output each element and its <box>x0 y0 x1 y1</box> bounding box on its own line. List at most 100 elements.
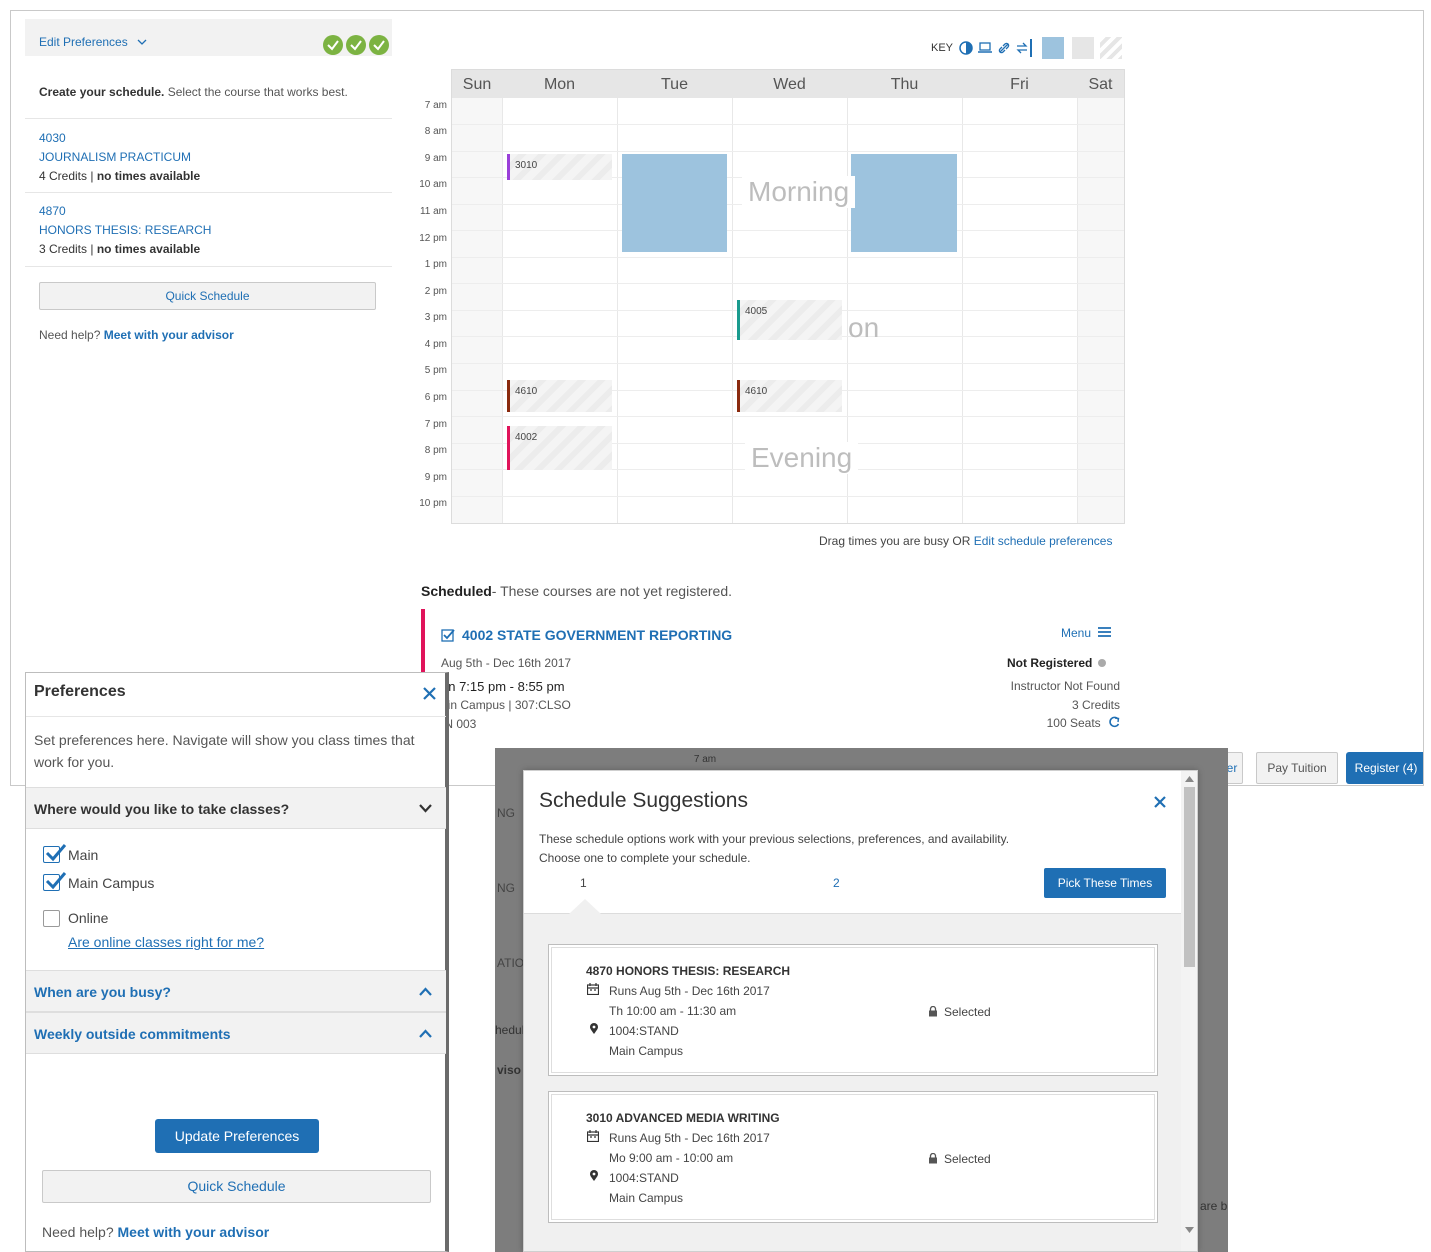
weekly-calendar[interactable]: Sun Mon Tue Wed Thu Fri Sat Morning on E… <box>451 69 1125 524</box>
grid-line <box>452 283 1124 284</box>
time-label: 2 pm <box>424 286 447 297</box>
weekly-heading: Weekly outside commitments <box>34 1026 231 1042</box>
instructor: Instructor Not Found <box>1010 679 1120 693</box>
suggestion-title: 3010 ADVANCED MEDIA WRITING <box>586 1111 780 1125</box>
day-mon: Mon <box>543 76 576 93</box>
course-item[interactable]: 4870 HONORS THESIS: RESEARCH 3 Credits |… <box>39 202 211 259</box>
drag-text: Drag times you are busy OR <box>819 534 971 548</box>
help-text: Need help? Meet with your advisor <box>39 328 234 342</box>
close-icon[interactable] <box>423 687 436 700</box>
scrollbar[interactable] <box>1181 771 1197 1251</box>
course-time: on 7:15 pm - 8:55 pm <box>441 679 565 694</box>
course-times: no times available <box>96 169 201 183</box>
divider <box>25 192 392 193</box>
grid-line <box>452 151 1124 152</box>
pay-tuition-button[interactable]: Pay Tuition <box>1256 752 1338 784</box>
preferences-panel: Preferences Set preferences here. Naviga… <box>25 672 449 1252</box>
suggestion-campus: Main Campus <box>609 1044 684 1058</box>
modal-description: These schedule options work with your pr… <box>539 832 1010 846</box>
edit-preferences-dropdown[interactable]: Edit Preferences <box>39 35 147 49</box>
period-label-morning: Morning <box>742 176 856 208</box>
divider <box>26 716 446 717</box>
help-prefix: Need help? <box>42 1224 114 1240</box>
time-label: 9 pm <box>424 472 447 483</box>
course-title: HONORS THESIS: RESEARCH <box>39 223 212 237</box>
suggestion-runs: Runs Aug 5th - Dec 16th 2017 <box>609 984 770 998</box>
course-block[interactable]: 4610 <box>507 380 612 412</box>
course-number[interactable]: 4030 <box>39 129 200 148</box>
link-icon[interactable] <box>997 41 1011 55</box>
pick-these-times-button[interactable]: Pick These Times <box>1044 868 1166 898</box>
where-section-header[interactable]: Where would you like to take classes? <box>26 787 446 829</box>
laptop-icon[interactable] <box>978 42 992 54</box>
scroll-up-icon[interactable] <box>1185 776 1194 782</box>
scrollbar-thumb[interactable] <box>1184 787 1195 967</box>
course-credits: 3 Credits | <box>39 242 94 256</box>
tab-option-1[interactable]: 1 <box>580 876 587 890</box>
scheduled-heading-bold: Scheduled <box>421 583 492 599</box>
suggestion-status: Selected <box>944 1005 991 1019</box>
grid-line <box>452 416 1124 417</box>
course-block[interactable]: 4005 <box>737 300 842 340</box>
register-button[interactable]: Register (4) <box>1346 752 1423 784</box>
busy-section-header[interactable]: When are you busy? <box>26 970 446 1012</box>
main-window: Edit Preferences Create your schedule. S… <box>10 10 1424 786</box>
course-number[interactable]: 4870 <box>39 202 211 221</box>
checkbox-checked-icon[interactable] <box>441 628 455 642</box>
time-label: 3 pm <box>424 312 447 323</box>
main-checkbox[interactable] <box>43 844 67 863</box>
online-classes-link[interactable]: Are online classes right for me? <box>68 934 264 950</box>
quick-schedule-button[interactable]: Quick Schedule <box>42 1170 431 1203</box>
course-color-bar <box>507 380 510 412</box>
modal-description: Choose one to complete your schedule. <box>539 851 751 865</box>
suggestion-card[interactable]: 4870 HONORS THESIS: RESEARCH Runs Aug 5t… <box>548 944 1158 1076</box>
footer-actions: er Pay Tuition Register (4) <box>1221 751 1423 785</box>
course-color-bar <box>737 380 740 412</box>
busy-block[interactable] <box>851 154 957 252</box>
suggestion-card[interactable]: 3010 ADVANCED MEDIA WRITING Runs Aug 5th… <box>548 1091 1158 1223</box>
drag-hint: Drag times you are busy OR Edit schedule… <box>819 534 1112 548</box>
weekly-section-header[interactable]: Weekly outside commitments <box>26 1012 446 1054</box>
tab-option-2[interactable]: 2 <box>833 876 840 890</box>
transfer-icon[interactable] <box>1015 41 1029 55</box>
edit-preferences-label: Edit Preferences <box>39 35 128 49</box>
course-block[interactable]: 3010 <box>507 154 612 180</box>
create-rest: Select the course that works best. <box>167 85 348 99</box>
course-title-link[interactable]: 4002 STATE GOVERNMENT REPORTING <box>462 627 732 643</box>
behind-fragment: are b <box>1200 1199 1228 1213</box>
chevron-down-icon <box>137 39 147 45</box>
busy-block[interactable] <box>622 154 727 252</box>
edit-schedule-preferences-link[interactable]: Edit schedule preferences <box>974 534 1113 548</box>
refresh-icon[interactable] <box>1108 716 1120 728</box>
time-label: 4 pm <box>424 339 447 350</box>
online-option-label: Online <box>68 910 109 926</box>
meet-advisor-link[interactable]: Meet with your advisor <box>104 328 234 342</box>
main-campus-checkbox[interactable] <box>43 872 67 891</box>
calendar-key: KEY <box>931 37 1131 61</box>
main-option-label: Main <box>68 847 99 863</box>
schedule-suggestions-modal: Schedule Suggestions These schedule opti… <box>523 770 1198 1252</box>
course-color-bar <box>507 154 510 180</box>
scroll-down-icon[interactable] <box>1185 1227 1194 1233</box>
course-item[interactable]: 4030 JOURNALISM PRACTICUM 4 Credits | no… <box>39 129 200 186</box>
quick-schedule-button[interactable]: Quick Schedule <box>39 282 376 310</box>
suggestion-status: Selected <box>944 1152 991 1166</box>
course-credits: 4 Credits | <box>39 169 94 183</box>
busy-swatch <box>1042 37 1064 59</box>
time-label: 1 pm <box>424 259 447 270</box>
meet-advisor-link[interactable]: Meet with your advisor <box>118 1224 270 1240</box>
course-block[interactable]: 4610 <box>737 380 842 412</box>
contrast-icon[interactable] <box>959 41 973 55</box>
calendar-icon <box>587 1130 599 1142</box>
day-fri: Fri <box>1010 76 1029 93</box>
course-list-card: Create your schedule. Select the course … <box>25 56 392 676</box>
modal-title: Schedule Suggestions <box>539 789 748 812</box>
course-block[interactable]: 4002 <box>507 426 612 470</box>
busy-heading: When are you busy? <box>34 984 171 1000</box>
suggestion-location: 1004:STAND <box>609 1171 679 1185</box>
close-icon[interactable] <box>1154 796 1166 808</box>
chevron-down-icon <box>419 804 432 813</box>
menu-button[interactable]: Menu <box>1061 626 1112 640</box>
online-checkbox[interactable] <box>43 910 60 927</box>
update-preferences-button[interactable]: Update Preferences <box>155 1119 319 1153</box>
